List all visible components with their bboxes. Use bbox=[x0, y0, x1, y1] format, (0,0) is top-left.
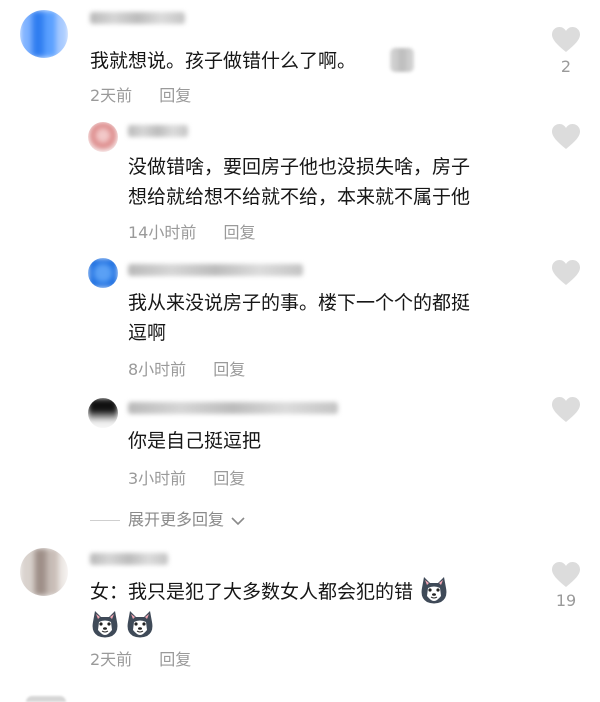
husky-sticker bbox=[125, 610, 155, 638]
comment-text: 我就想说。孩子做错什么了啊。 bbox=[90, 50, 357, 72]
reply-button[interactable]: 回复 bbox=[159, 86, 191, 105]
divider-line bbox=[90, 520, 120, 521]
comment-meta: 3小时前 回复 bbox=[128, 465, 245, 489]
comment-meta: 8小时前 回复 bbox=[128, 356, 245, 380]
comment-emoji bbox=[390, 48, 414, 72]
heart-icon[interactable] bbox=[552, 397, 580, 423]
heart-icon[interactable] bbox=[552, 562, 580, 588]
sticker-row bbox=[90, 610, 155, 638]
timestamp: 14小时前 bbox=[128, 223, 197, 242]
reply-button[interactable]: 回复 bbox=[213, 360, 245, 379]
username[interactable] bbox=[90, 553, 168, 565]
comment-meta: 2天前 回复 bbox=[90, 646, 191, 670]
username[interactable] bbox=[90, 12, 185, 24]
heart-icon[interactable] bbox=[552, 27, 580, 53]
husky-sticker bbox=[419, 576, 449, 604]
husky-sticker bbox=[90, 610, 120, 638]
avatar[interactable] bbox=[20, 10, 68, 58]
username[interactable] bbox=[128, 402, 338, 414]
username[interactable] bbox=[128, 264, 303, 276]
timestamp: 2天前 bbox=[90, 86, 133, 105]
avatar[interactable] bbox=[88, 122, 118, 152]
heart-icon[interactable] bbox=[552, 124, 580, 150]
like-count: 19 bbox=[555, 591, 577, 610]
comment-text: 你是自己挺逗把 bbox=[128, 430, 262, 452]
comment-text-line-1: 没做错啥，要回房子他也没损失啥，房子 bbox=[128, 156, 471, 178]
timestamp: 8小时前 bbox=[128, 360, 187, 379]
username[interactable] bbox=[128, 125, 188, 137]
comment-text-line-2: 逗啊 bbox=[128, 322, 167, 344]
avatar[interactable] bbox=[88, 398, 118, 428]
expand-label: 展开更多回复 bbox=[128, 510, 225, 529]
expand-more-replies[interactable]: 展开更多回复 bbox=[90, 506, 245, 530]
next-comment-avatar-partial bbox=[26, 696, 66, 702]
comment-meta: 2天前 回复 bbox=[90, 82, 191, 106]
reply-button[interactable]: 回复 bbox=[159, 650, 191, 669]
timestamp: 3小时前 bbox=[128, 469, 187, 488]
comment-text-line-1: 我从来没说房子的事。楼下一个个的都挺 bbox=[128, 292, 471, 314]
comment-text-body: 女：我只是犯了大多数女人都会犯的错 bbox=[90, 581, 414, 603]
comment-meta: 14小时前 回复 bbox=[128, 219, 255, 243]
reply-button[interactable]: 回复 bbox=[213, 469, 245, 488]
chevron-down-icon bbox=[231, 516, 245, 525]
reply-button[interactable]: 回复 bbox=[223, 223, 255, 242]
heart-icon[interactable] bbox=[552, 260, 580, 286]
comment-text-line-2: 想给就给想不给就不给，本来就不属于他 bbox=[128, 186, 471, 208]
avatar[interactable] bbox=[20, 548, 68, 596]
like-count: 2 bbox=[560, 57, 572, 76]
avatar[interactable] bbox=[88, 258, 118, 288]
comment-text: 女：我只是犯了大多数女人都会犯的错 bbox=[90, 576, 449, 607]
timestamp: 2天前 bbox=[90, 650, 133, 669]
